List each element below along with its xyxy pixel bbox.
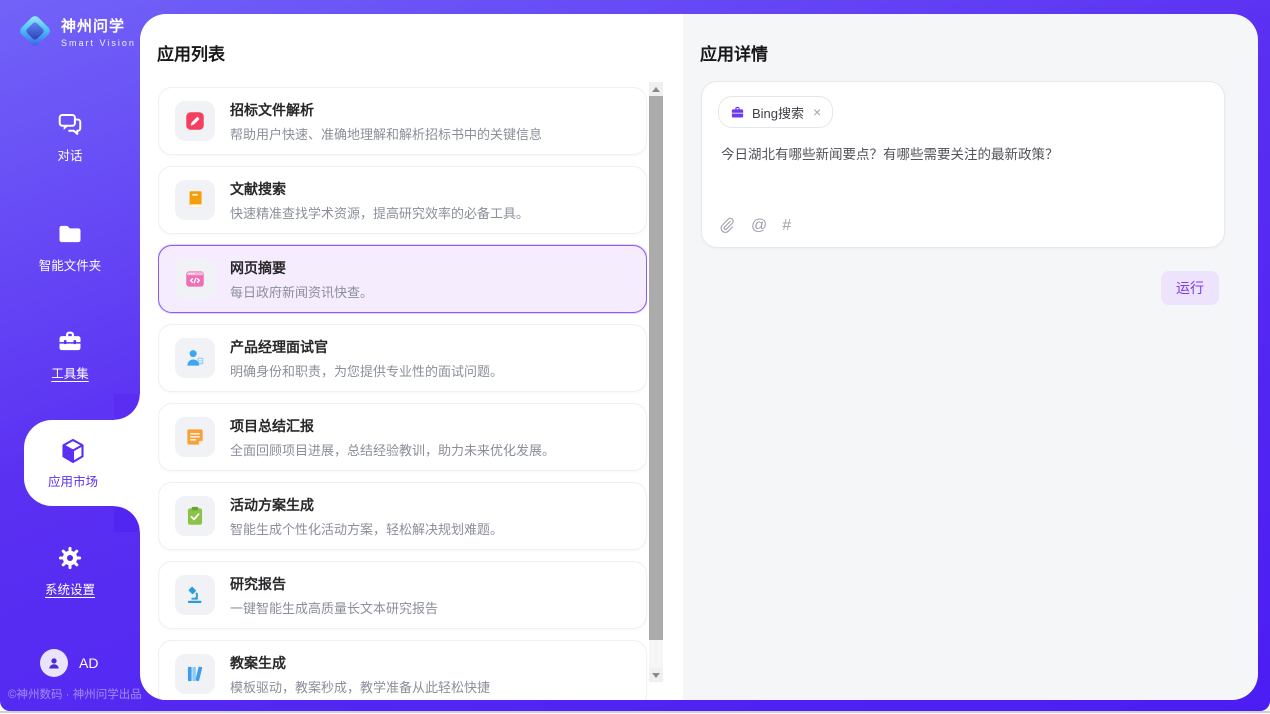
app-card-web-summary[interactable]: 网页摘要 每日政府新闻资讯快查。 — [158, 245, 647, 313]
app-frame: 神州问学 Smart Vision 对话 智能文件夹 — [0, 0, 1270, 711]
app-card-pm-interviewer[interactable]: 产品经理面试官 明确身份和职责，为您提供专业性的面试问题。 — [158, 324, 647, 392]
tag-close-icon[interactable]: × — [813, 105, 821, 119]
chat-icon — [56, 110, 84, 138]
gear-icon — [56, 544, 84, 572]
brand-logo-icon — [18, 14, 52, 48]
sidebar-item-label: 对话 — [57, 145, 82, 164]
card-desc: 每日政府新闻资讯快查。 — [230, 282, 373, 301]
avatar — [40, 649, 68, 677]
card-title: 项目总结汇报 — [230, 416, 555, 436]
app-card-event-plan[interactable]: 活动方案生成 智能生成个性化活动方案，轻松解决规划难题。 — [158, 482, 647, 550]
card-title: 网页摘要 — [230, 258, 373, 278]
app-list-panel: 应用列表 招标文件解析 帮助用户快速、准确地理解和解析招标书中的关键信息 — [140, 14, 684, 700]
card-desc: 一键智能生成高质量长文本研究报告 — [230, 598, 438, 617]
note-icon — [183, 425, 207, 449]
person-icon — [45, 654, 63, 672]
sidebar-item-app-market[interactable]: 应用市场 — [24, 420, 140, 506]
run-button[interactable]: 运行 — [1161, 271, 1219, 305]
arrow-down-icon — [652, 673, 660, 678]
card-title: 文献搜索 — [230, 179, 529, 199]
window-bottom-edge — [0, 711, 1270, 713]
app-list-title: 应用列表 — [157, 40, 225, 65]
sidebar-item-label: 智能文件夹 — [39, 255, 102, 274]
card-desc: 模板驱动，教案秒成，教学准备从此轻松快捷 — [230, 677, 490, 696]
card-desc: 明确身份和职责，为您提供专业性的面试问题。 — [230, 361, 503, 380]
pencil-doc-icon — [183, 109, 207, 133]
brand-name: 神州问学 — [61, 15, 136, 36]
user-initials: AD — [79, 655, 98, 671]
list-scrollbar[interactable] — [649, 82, 663, 682]
copyright-footer: ©神州数码 · 神州问学出品 — [8, 686, 142, 702]
arrow-up-icon — [652, 87, 660, 92]
card-desc: 智能生成个性化活动方案，轻松解决规划难题。 — [230, 519, 503, 538]
brand-subtitle: Smart Vision — [61, 38, 136, 48]
tool-tag-label: Bing搜索 — [752, 103, 804, 122]
user-account[interactable]: AD — [40, 649, 98, 677]
app-card-list: 招标文件解析 帮助用户快速、准确地理解和解析招标书中的关键信息 — [158, 87, 647, 700]
sidebar-item-chat[interactable]: 对话 — [0, 110, 140, 164]
card-desc: 快速精准查找学术资源，提高研究效率的必备工具。 — [230, 203, 529, 222]
app-card-research-report[interactable]: 研究报告 一键智能生成高质量长文本研究报告 — [158, 561, 647, 629]
at-icon[interactable]: @ — [751, 218, 767, 234]
cube-icon — [58, 436, 88, 466]
sidebar-item-smart-folder[interactable]: 智能文件夹 — [0, 220, 140, 274]
clipboard-check-icon — [183, 504, 207, 528]
app-window: 神州问学 Smart Vision 对话 智能文件夹 — [0, 0, 1270, 714]
prompt-input[interactable]: 今日湖北有哪些新闻要点？有哪些需要关注的最新政策？ — [721, 145, 1205, 165]
card-title: 教案生成 — [230, 653, 490, 673]
sidebar-item-label: 应用市场 — [48, 471, 98, 490]
books-icon — [183, 662, 207, 686]
scroll-down-button[interactable] — [649, 668, 663, 682]
card-title: 研究报告 — [230, 574, 438, 594]
browser-code-icon — [183, 267, 207, 291]
scrollbar-thumb[interactable] — [649, 96, 663, 640]
card-title: 活动方案生成 — [230, 495, 503, 515]
card-title: 招标文件解析 — [230, 100, 542, 120]
sidebar: 神州问学 Smart Vision 对话 智能文件夹 — [0, 0, 140, 711]
card-desc: 全面回顾项目进展，总结经验教训，助力未来优化发展。 — [230, 440, 555, 459]
app-card-literature-search[interactable]: 文献搜索 快速精准查找学术资源，提高研究效率的必备工具。 — [158, 166, 647, 234]
app-card-project-summary[interactable]: 项目总结汇报 全面回顾项目进展，总结经验教训，助力未来优化发展。 — [158, 403, 647, 471]
sidebar-item-label: 系统设置 — [45, 579, 95, 598]
hash-icon[interactable]: # — [782, 218, 791, 234]
prompt-toolbar: @ # — [719, 217, 791, 234]
app-card-lesson-plan[interactable]: 教案生成 模板驱动，教案秒成，教学准备从此轻松快捷 — [158, 640, 647, 700]
prompt-card[interactable]: Bing搜索 × 今日湖北有哪些新闻要点？有哪些需要关注的最新政策？ @ # — [701, 81, 1225, 248]
interviewer-icon — [183, 346, 207, 370]
sidebar-item-label: 工具集 — [51, 363, 89, 382]
app-detail-title: 应用详情 — [700, 40, 768, 65]
paperclip-icon[interactable] — [719, 217, 736, 234]
brand-logo: 神州问学 Smart Vision — [18, 14, 136, 48]
tool-tag-bing-search[interactable]: Bing搜索 × — [718, 96, 833, 128]
microscope-icon — [183, 583, 207, 607]
card-title: 产品经理面试官 — [230, 337, 503, 357]
briefcase-icon — [730, 105, 745, 120]
scroll-up-button[interactable] — [649, 82, 663, 96]
book-icon — [183, 188, 207, 212]
app-detail-panel: 应用详情 Bing搜索 × 今日湖北有哪些新闻要点？有哪些需要关注的最新政策？ — [683, 14, 1258, 700]
folder-icon — [56, 220, 84, 248]
app-card-bid-analysis[interactable]: 招标文件解析 帮助用户快速、准确地理解和解析招标书中的关键信息 — [158, 87, 647, 155]
sidebar-item-toolbox[interactable]: 工具集 — [0, 328, 140, 382]
sidebar-item-settings[interactable]: 系统设置 — [0, 544, 140, 598]
card-desc: 帮助用户快速、准确地理解和解析招标书中的关键信息 — [230, 124, 542, 143]
toolbox-icon — [56, 328, 84, 356]
